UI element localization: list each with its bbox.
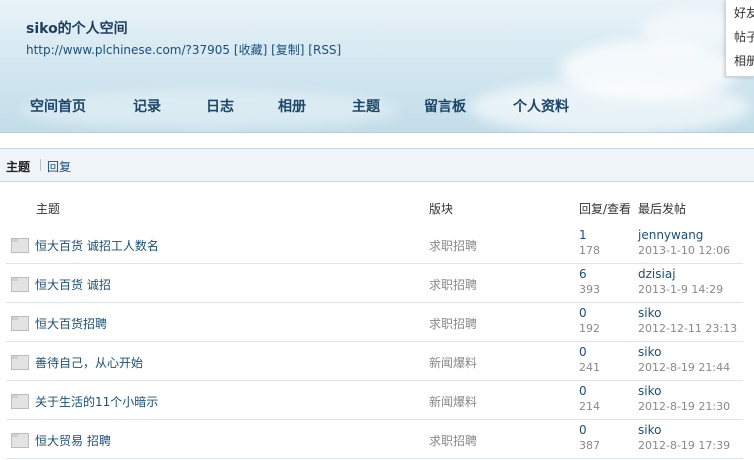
document-icon bbox=[11, 238, 29, 253]
last-post-author[interactable]: jennywang bbox=[638, 228, 703, 242]
view-count: 241 bbox=[579, 361, 600, 374]
column-header-last-post: 最后发帖 bbox=[638, 202, 687, 216]
view-count: 387 bbox=[579, 439, 600, 452]
table-row: 恒大百货招聘 求职招聘 0 192 siko 2012-12-11 23:13 bbox=[6, 303, 743, 342]
thread-subject[interactable]: 恒大百货 诚招 bbox=[35, 276, 111, 293]
nav-blog[interactable]: 日志 bbox=[206, 96, 234, 116]
document-icon bbox=[11, 316, 29, 331]
dropdown-item-posts[interactable]: 帖子 bbox=[734, 28, 754, 45]
tab-replies[interactable]: 回复 bbox=[47, 158, 71, 175]
thread-forum[interactable]: 求职招聘 bbox=[429, 432, 477, 449]
view-count: 214 bbox=[579, 400, 600, 413]
cloud-decoration bbox=[470, 80, 750, 132]
reply-count[interactable]: 0 bbox=[579, 423, 587, 437]
document-icon bbox=[11, 355, 29, 370]
table-row: 恒大贸易 招聘 求职招聘 0 387 siko 2012-8-19 17:39 bbox=[6, 420, 743, 459]
last-post-time: 2012-12-11 23:13 bbox=[638, 322, 738, 335]
nav-home[interactable]: 空间首页 bbox=[30, 96, 86, 116]
copy-link[interactable]: [复制] bbox=[271, 43, 304, 57]
rss-link[interactable]: [RSS] bbox=[308, 43, 341, 57]
reply-count[interactable]: 1 bbox=[579, 228, 587, 242]
view-count: 192 bbox=[579, 322, 600, 335]
table-row: 善待自己，从心开始 新闻爆料 0 241 siko 2012-8-19 21:4… bbox=[6, 342, 743, 381]
dropdown-item-friends[interactable]: 好友 bbox=[734, 4, 754, 21]
column-header-forum: 版块 bbox=[429, 202, 454, 216]
space-title[interactable]: siko的个人空间 bbox=[26, 18, 128, 38]
last-post-author[interactable]: dzisiaj bbox=[638, 267, 676, 281]
tab-bar: 主题 回复 bbox=[0, 148, 754, 182]
document-icon bbox=[11, 433, 29, 448]
last-post-author[interactable]: siko bbox=[638, 423, 661, 437]
reply-count[interactable]: 0 bbox=[579, 306, 587, 320]
thread-subject[interactable]: 善待自己，从心开始 bbox=[35, 354, 143, 371]
last-post-time: 2012-8-19 21:44 bbox=[638, 361, 731, 374]
table-row: 恒大百货 诚招工人数名 求职招聘 1 178 jennywang 2013-1-… bbox=[6, 225, 743, 264]
column-header-subject: 主题 bbox=[36, 202, 61, 216]
thread-subject[interactable]: 关于生活的11个小暗示 bbox=[35, 393, 158, 410]
document-icon bbox=[11, 394, 29, 409]
thread-forum[interactable]: 新闻爆料 bbox=[429, 354, 477, 371]
thread-subject[interactable]: 恒大百货 诚招工人数名 bbox=[35, 237, 159, 254]
tab-divider bbox=[40, 159, 41, 171]
last-post-author[interactable]: siko bbox=[638, 345, 661, 359]
last-post-time: 2012-8-19 21:30 bbox=[638, 400, 731, 413]
nav-guestbook[interactable]: 留言板 bbox=[424, 96, 466, 116]
thread-forum[interactable]: 求职招聘 bbox=[429, 315, 477, 332]
last-post-author[interactable]: siko bbox=[638, 306, 661, 320]
nav-records[interactable]: 记录 bbox=[133, 96, 161, 116]
thread-forum[interactable]: 求职招聘 bbox=[429, 237, 477, 254]
user-dropdown-menu: 好友 帖子 相册 bbox=[725, 0, 754, 77]
thread-forum[interactable]: 求职招聘 bbox=[429, 276, 477, 293]
last-post-time: 2012-8-19 17:39 bbox=[638, 439, 731, 452]
nav-profile[interactable]: 个人资料 bbox=[513, 96, 569, 116]
bookmark-link[interactable]: [收藏] bbox=[234, 43, 267, 57]
last-post-author[interactable]: siko bbox=[638, 384, 661, 398]
space-url-line: http://www.plchinese.com/?37905 [收藏] [复制… bbox=[26, 41, 341, 58]
view-count: 393 bbox=[579, 283, 600, 296]
nav-album[interactable]: 相册 bbox=[278, 96, 306, 116]
space-url[interactable]: http://www.plchinese.com/?37905 bbox=[26, 43, 230, 57]
reply-count[interactable]: 6 bbox=[579, 267, 587, 281]
last-post-time: 2013-1-10 12:06 bbox=[638, 244, 731, 257]
reply-count[interactable]: 0 bbox=[579, 384, 587, 398]
thread-subject[interactable]: 恒大百货招聘 bbox=[35, 315, 107, 332]
space-header: siko的个人空间 http://www.plchinese.com/?3790… bbox=[0, 0, 754, 133]
last-post-time: 2013-1-9 14:29 bbox=[638, 283, 724, 296]
table-row: 恒大百货 诚招 求职招聘 6 393 dzisiaj 2013-1-9 14:2… bbox=[6, 264, 743, 303]
reply-count[interactable]: 0 bbox=[579, 345, 587, 359]
view-count: 178 bbox=[579, 244, 600, 257]
nav-topics[interactable]: 主题 bbox=[352, 96, 380, 116]
dropdown-item-album[interactable]: 相册 bbox=[734, 52, 754, 69]
thread-subject[interactable]: 恒大贸易 招聘 bbox=[35, 432, 111, 449]
document-icon bbox=[11, 277, 29, 292]
tab-topics[interactable]: 主题 bbox=[6, 158, 30, 175]
table-row: 关于生活的11个小暗示 新闻爆料 0 214 siko 2012-8-19 21… bbox=[6, 381, 743, 420]
thread-forum[interactable]: 新闻爆料 bbox=[429, 393, 477, 410]
column-header-reply-view: 回复/查看 bbox=[579, 202, 632, 216]
